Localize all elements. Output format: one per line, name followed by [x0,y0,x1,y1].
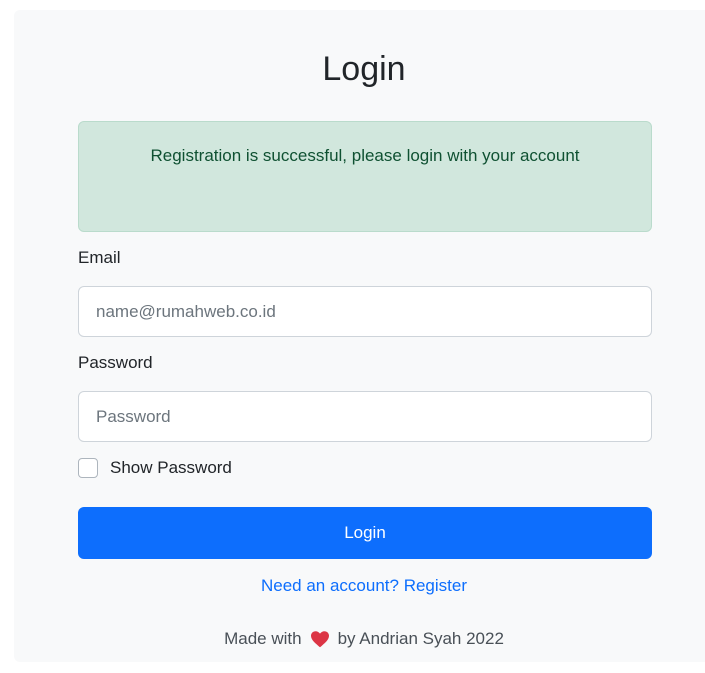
login-button[interactable]: Login [78,507,652,559]
register-link[interactable]: Need an account? Register [14,576,705,596]
show-password-row: Show Password [78,458,232,478]
password-label: Password [78,353,153,372]
footer-text-before: Made with [224,629,302,648]
footer-text-after: by Andrian Syah 2022 [337,629,504,648]
email-label: Email [78,248,121,267]
login-card: Login Registration is successful, please… [14,10,705,662]
password-field[interactable] [78,391,652,442]
heart-icon [310,631,329,648]
show-password-checkbox[interactable] [78,458,98,478]
alert-message: Registration is successful, please login… [150,146,580,165]
footer: Made with by Andrian Syah 2022 [14,629,705,649]
email-field[interactable] [78,286,652,337]
show-password-label[interactable]: Show Password [110,458,232,478]
page-title: Login [322,50,406,88]
success-alert: Registration is successful, please login… [78,121,652,232]
